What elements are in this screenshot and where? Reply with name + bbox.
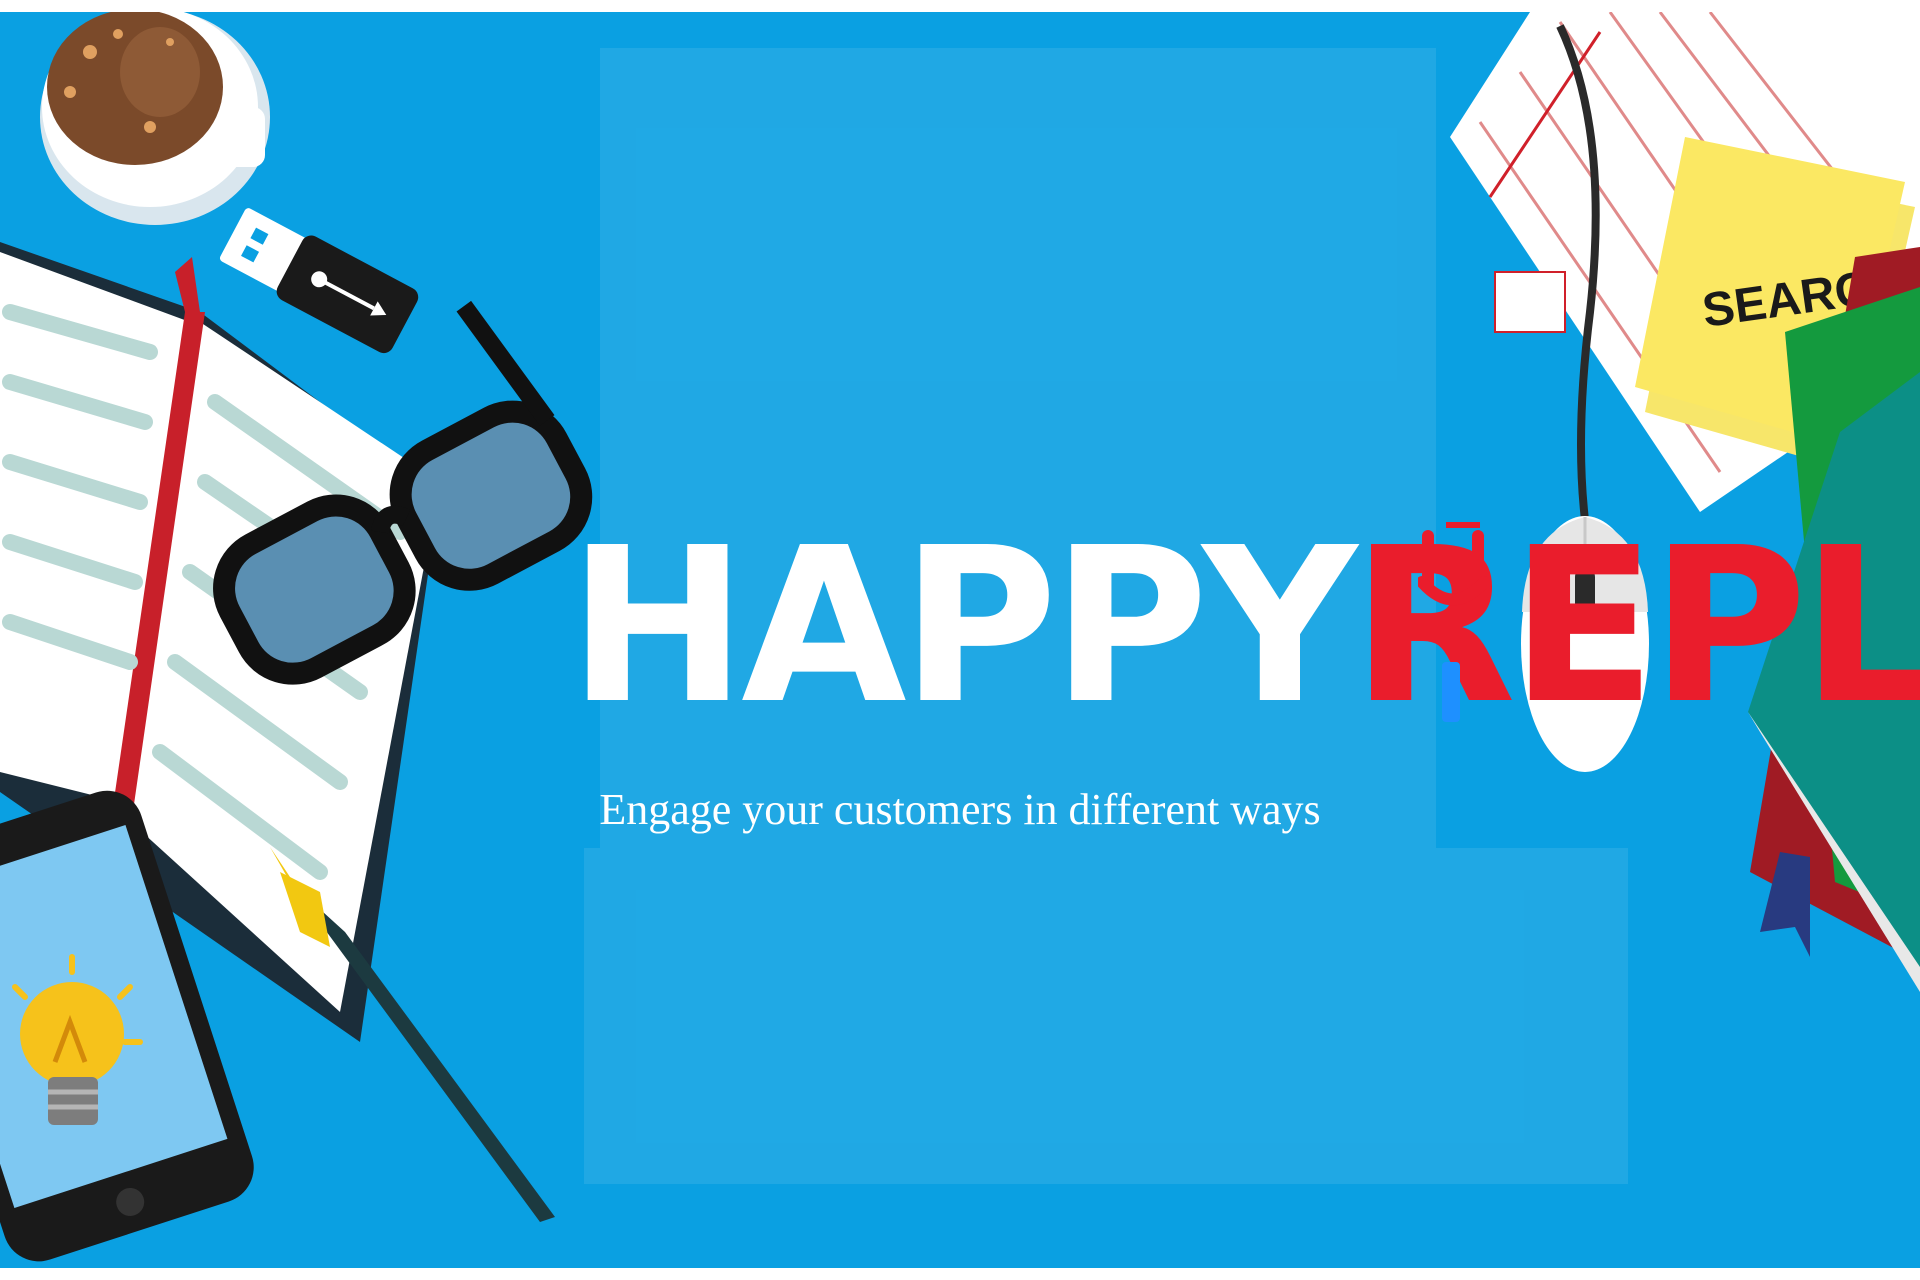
smile-y-icon bbox=[1418, 522, 1488, 722]
usb-drive-icon bbox=[219, 208, 419, 354]
fountain-pen-icon bbox=[270, 847, 555, 1222]
brand-logo: HAPPYREPL bbox=[568, 520, 1920, 734]
brand-wordmark: HAPPYREPL bbox=[568, 520, 1920, 734]
coffee-cup-icon bbox=[40, 12, 270, 225]
brand-word-happy: HAPPY bbox=[568, 502, 1357, 751]
hero-banner: SEARCH HAPPYREPL Engage your customers i… bbox=[0, 12, 1920, 1268]
tagline: Engage your customers in different ways bbox=[599, 785, 1321, 834]
